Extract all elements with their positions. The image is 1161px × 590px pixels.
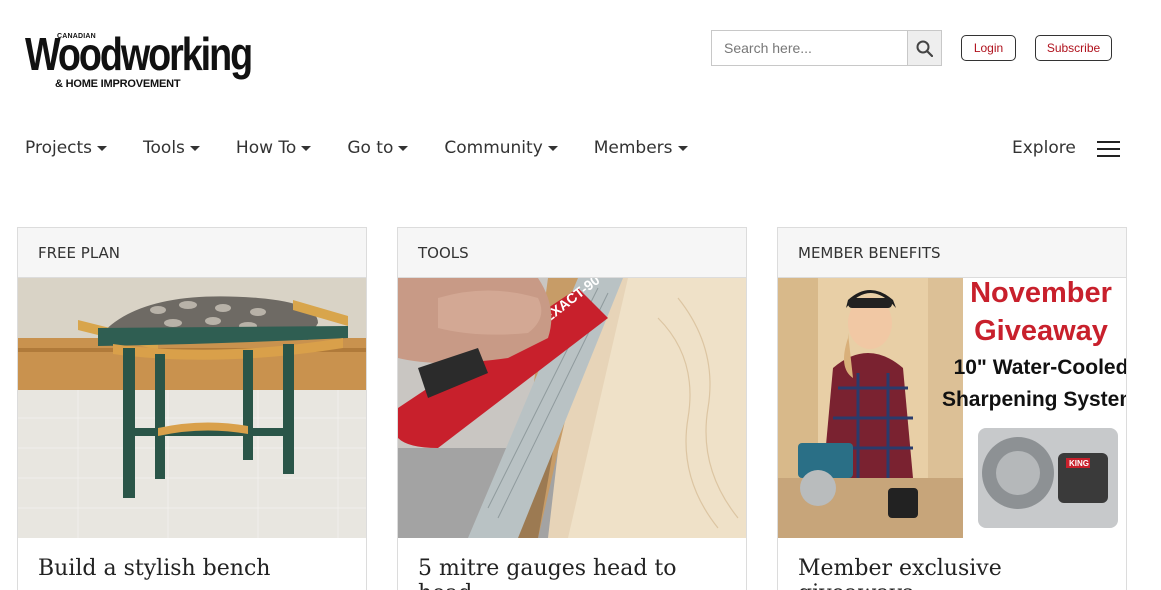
article-card-bench[interactable]: FREE PLAN Build a stylish bench: [17, 227, 367, 590]
nav-item-community[interactable]: Community: [444, 136, 558, 160]
nav-item-tools[interactable]: Tools: [143, 136, 200, 160]
logo-sub-text: & HOME IMPROVEMENT: [55, 78, 181, 90]
nav-item-label: Tools: [143, 138, 185, 158]
nav-item-how-to[interactable]: How To: [235, 136, 312, 160]
card-category: MEMBER BENEFITS: [778, 228, 1126, 278]
search-icon: [916, 40, 933, 57]
card-title[interactable]: 5 mitre gauges head to head: [398, 538, 746, 590]
nav-item-label: Projects: [25, 138, 93, 158]
nav-item-label: Members: [593, 138, 673, 158]
nav-item-label: Community: [444, 138, 543, 158]
main-nav: Projects Tools How To Go to Community Me…: [25, 136, 724, 160]
nav-item-projects[interactable]: Projects: [25, 136, 108, 160]
nav-item-label: Go to: [347, 138, 394, 158]
search-button[interactable]: [907, 30, 942, 66]
promo-line-4: Sharpening System: [942, 388, 1126, 411]
article-card-mitre-gauges[interactable]: TOOLS EXACT-90 5 mitre gauges head to: [397, 227, 747, 590]
login-button[interactable]: Login: [961, 35, 1016, 61]
nav-item-go-to[interactable]: Go to: [347, 136, 409, 160]
mitre-gauge-image[interactable]: EXACT-90: [398, 278, 746, 538]
caret-down-icon: [677, 145, 688, 151]
caret-down-icon: [398, 145, 409, 151]
caret-down-icon: [97, 145, 108, 151]
logo-main-text: Woodworking: [25, 28, 253, 80]
card-title[interactable]: Build a stylish bench: [18, 538, 366, 581]
caret-down-icon: [547, 145, 558, 151]
hamburger-menu-icon[interactable]: [1097, 139, 1121, 159]
bench-image[interactable]: [18, 278, 366, 538]
promo-line-1: November: [970, 278, 1112, 309]
promo-brand-text: KING: [1069, 459, 1089, 468]
site-logo[interactable]: CANADIAN Woodworking & HOME IMPROVEMENT: [25, 28, 253, 92]
caret-down-icon: [301, 145, 312, 151]
article-card-giveaways[interactable]: MEMBER BENEFITS KING November Giveaway 1…: [777, 227, 1127, 590]
nav-item-label: How To: [235, 138, 297, 158]
card-category: FREE PLAN: [18, 228, 366, 278]
search-form: [711, 30, 942, 66]
subscribe-button[interactable]: Subscribe: [1035, 35, 1112, 61]
nav-item-members[interactable]: Members: [594, 136, 688, 160]
giveaway-promo-image[interactable]: KING November Giveaway 10" Water-Cooled …: [778, 278, 1126, 538]
search-input[interactable]: [711, 30, 907, 66]
card-title[interactable]: Member exclusive giveaways: [778, 538, 1126, 590]
explore-link[interactable]: Explore: [1012, 136, 1076, 160]
promo-line-2: Giveaway: [974, 315, 1108, 347]
caret-down-icon: [189, 145, 200, 151]
promo-line-3: 10" Water-Cooled: [954, 356, 1126, 379]
card-category: TOOLS: [398, 228, 746, 278]
